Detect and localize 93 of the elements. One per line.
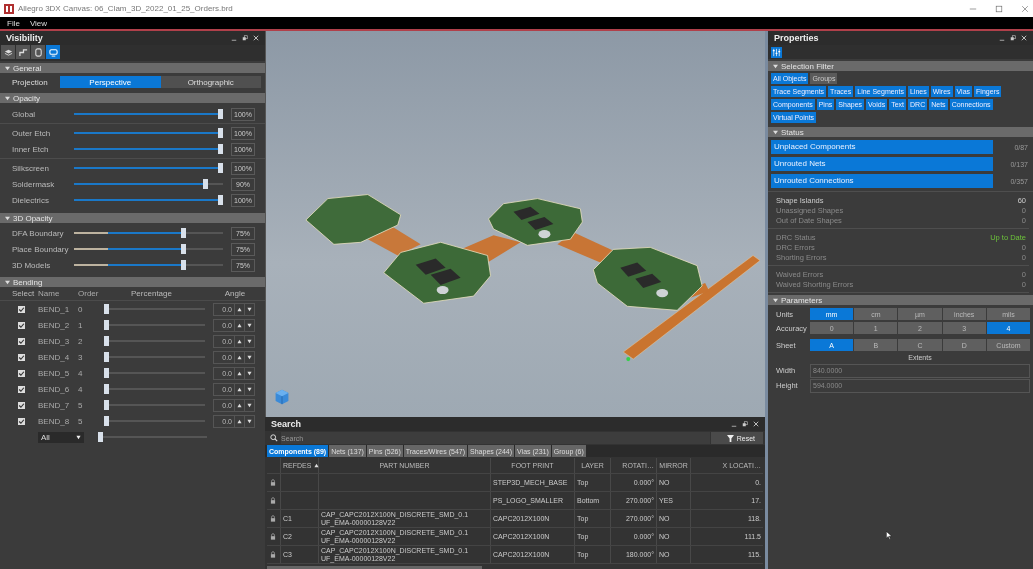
- collapse-arrow-icon: [5, 95, 10, 101]
- checkbox[interactable]: [18, 337, 25, 345]
- section-header[interactable]: Bending: [0, 277, 265, 287]
- section-header[interactable]: Parameters: [768, 295, 1033, 305]
- sliders-icon[interactable]: [771, 46, 782, 58]
- section-title: Bending: [13, 277, 43, 287]
- bend-order: 3: [78, 352, 83, 362]
- checkbox[interactable]: [18, 385, 25, 393]
- slider-label: DFA Boundary: [12, 228, 65, 238]
- window-title: Allegro 3DX Canvas: 06_Clam_3D_2022_01_25_Orders.brd: [18, 4, 233, 13]
- collapse-arrow-icon: [773, 297, 778, 303]
- checkbox[interactable]: [18, 369, 25, 377]
- float-icon[interactable]: [1010, 35, 1016, 41]
- column-header: Order: [78, 289, 99, 298]
- bend-name: BEND_2: [38, 320, 70, 330]
- slider-label: 3D Models: [12, 260, 52, 270]
- app-logo-icon: [4, 3, 14, 14]
- menu-item[interactable]: View: [29, 18, 48, 28]
- section-title: 3D Opacity: [13, 213, 53, 223]
- section-header[interactable]: 3D Opacity: [0, 213, 265, 223]
- status-label: Unrouted Nets: [773, 159, 826, 168]
- maximize-icon[interactable]: [995, 4, 1003, 13]
- slider-label: Soldermask: [12, 179, 56, 189]
- checkbox[interactable]: [18, 305, 25, 313]
- bend-name: BEND_6: [38, 384, 70, 394]
- filter-icon: [726, 434, 734, 442]
- bend-order: 2: [78, 336, 83, 346]
- panel-title: Visibility: [6, 33, 43, 43]
- lock-icon[interactable]: [270, 497, 276, 504]
- column-header: Angle: [224, 289, 246, 298]
- checkbox[interactable]: [18, 353, 25, 361]
- column-header: Select: [12, 289, 35, 298]
- column-header: Name: [38, 289, 60, 298]
- section-title: Status: [781, 127, 804, 137]
- float-icon[interactable]: [242, 35, 248, 41]
- bend-name: BEND_7: [38, 400, 70, 410]
- bend-order: 1: [78, 320, 83, 330]
- section-header[interactable]: Opacity: [0, 93, 265, 103]
- bend-name: BEND_3: [38, 336, 70, 346]
- bend-order: 4: [78, 368, 83, 378]
- section-header[interactable]: Status: [768, 127, 1033, 137]
- section-title: Opacity: [13, 93, 41, 103]
- menu-item[interactable]: File: [7, 18, 20, 28]
- slider-label: Dielectrics: [12, 195, 50, 205]
- collapse-arrow-icon: [5, 215, 10, 221]
- trace-tab[interactable]: [16, 45, 30, 59]
- bend-order: 0: [78, 304, 83, 314]
- order-dropdown[interactable]: All: [38, 431, 84, 443]
- lock-icon[interactable]: [270, 479, 276, 486]
- collapse-arrow-icon: [5, 65, 10, 71]
- sort-ascending-icon: [314, 463, 320, 468]
- checkbox[interactable]: [18, 321, 25, 329]
- bend-order: 4: [78, 384, 83, 394]
- section-title: Parameters: [781, 295, 823, 305]
- collapse-arrow-icon: [773, 63, 778, 69]
- section-title: General: [13, 63, 42, 73]
- panel-title: Properties: [774, 33, 819, 43]
- status-label: Unplaced Components: [773, 142, 856, 151]
- bend-order: 5: [78, 400, 83, 410]
- panel-title: Search: [271, 419, 302, 429]
- outline-tab[interactable]: [31, 45, 45, 59]
- collapse-arrow-icon: [5, 279, 10, 285]
- mouse-cursor-icon: [886, 531, 892, 540]
- slider-label: Inner Etch: [12, 144, 50, 154]
- lock-icon[interactable]: [270, 551, 276, 558]
- bend-name: BEND_4: [38, 352, 70, 362]
- layers-tab[interactable]: [1, 45, 15, 59]
- collapse-arrow-icon: [773, 129, 778, 135]
- bend-name: BEND_5: [38, 368, 70, 378]
- section-title: Selection Filter: [781, 61, 834, 71]
- section-header[interactable]: General: [0, 63, 265, 73]
- section-header[interactable]: Selection Filter: [768, 61, 1033, 71]
- checkbox[interactable]: [18, 401, 25, 409]
- slider-label: Place Boundary: [12, 244, 70, 254]
- lock-icon[interactable]: [270, 515, 276, 522]
- search-icon: [270, 434, 278, 442]
- slider-label: Outer Etch: [12, 128, 52, 138]
- checkbox[interactable]: [18, 417, 25, 425]
- status-label: Unrouted Connections: [773, 176, 854, 185]
- float-icon[interactable]: [742, 421, 748, 427]
- slider-label: Global: [12, 109, 37, 119]
- lock-icon[interactable]: [270, 533, 276, 540]
- display-tab[interactable]: [46, 45, 60, 59]
- column-header: Percentage: [131, 289, 172, 298]
- caret-icon: [76, 434, 81, 440]
- bend-name: BEND_8: [38, 416, 70, 426]
- bend-name: BEND_1: [38, 304, 70, 314]
- bend-order: 5: [78, 416, 83, 426]
- field-label: Projection: [12, 77, 49, 87]
- slider-label: Silkscreen: [12, 163, 50, 173]
- projection-option[interactable]: Perspective: [60, 76, 161, 88]
- scrollbar-thumb[interactable]: [267, 566, 482, 569]
- projection-option[interactable]: Orthographic: [160, 76, 261, 88]
